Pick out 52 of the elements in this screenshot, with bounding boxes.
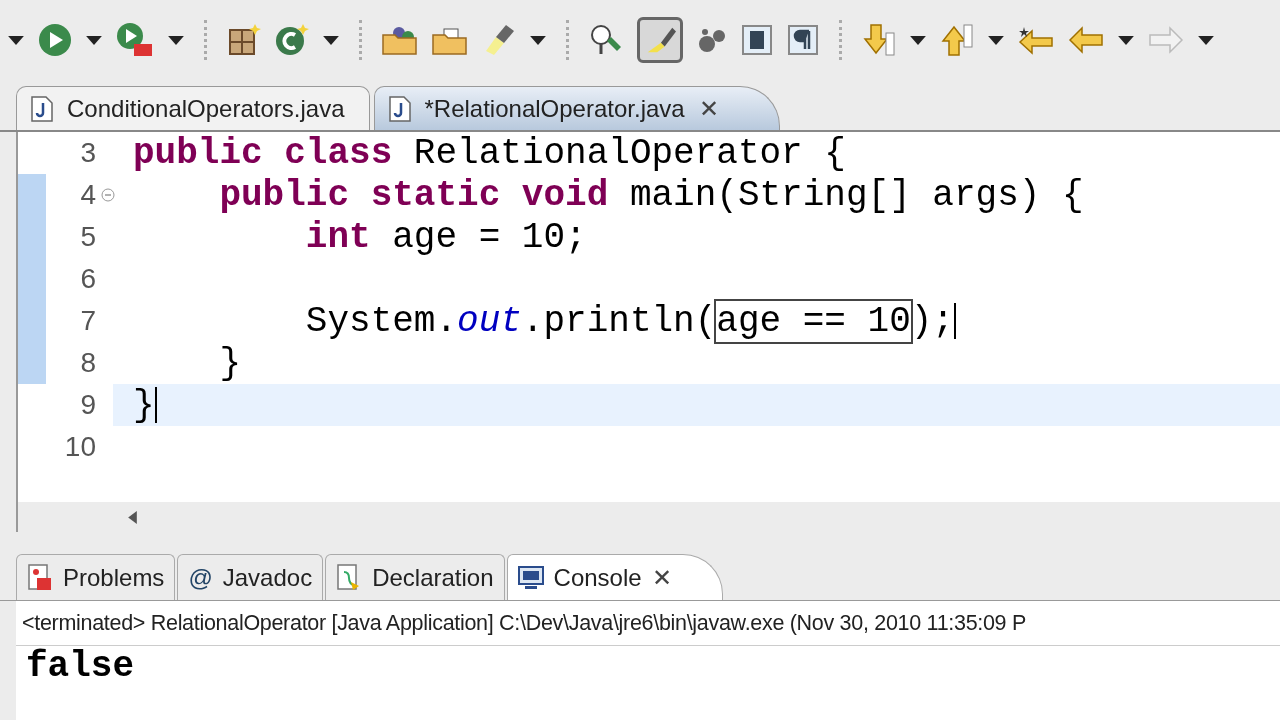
line-number: 3 bbox=[79, 137, 96, 169]
editor-tab[interactable]: ConditionalOperators.java bbox=[16, 86, 370, 130]
grid-sparkle-icon[interactable] bbox=[227, 23, 261, 57]
problems-icon bbox=[27, 563, 53, 592]
line-number: 5 bbox=[79, 221, 96, 253]
panel-tab[interactable]: Problems bbox=[16, 554, 176, 600]
console-header: <terminated> RelationalOperator [Java Application] C:\Dev\Java\jre6\bin\javaw.exe (Nov 30, 2010 11:35:09 P bbox=[16, 601, 1280, 646]
line-number: 10 bbox=[63, 431, 96, 463]
document-icon[interactable] bbox=[741, 24, 773, 56]
line-number: 9 bbox=[79, 389, 96, 421]
code-line: } bbox=[218, 342, 242, 384]
panel-tab[interactable]: @ Javadoc bbox=[177, 554, 324, 600]
java-file-icon bbox=[31, 95, 53, 122]
new-class-icon[interactable] bbox=[275, 23, 309, 57]
dropdown-arrow-icon[interactable] bbox=[323, 35, 339, 45]
down-arrow-icon[interactable] bbox=[862, 23, 896, 57]
code-line: public static void main(String[] args) { bbox=[218, 174, 1084, 216]
editor-tab[interactable]: *RelationalOperator.java ✕ bbox=[373, 86, 780, 130]
highlighter-toggle-button[interactable] bbox=[637, 17, 683, 63]
folder-icon[interactable] bbox=[432, 25, 468, 55]
code-line: int age = 10; bbox=[304, 216, 587, 258]
line-number: 8 bbox=[79, 347, 96, 379]
dropdown-arrow-icon[interactable] bbox=[8, 35, 24, 45]
dropdown-arrow-icon[interactable] bbox=[1198, 35, 1214, 45]
close-icon[interactable]: ✕ bbox=[698, 94, 719, 123]
dropdown-arrow-icon[interactable] bbox=[910, 35, 926, 45]
line-number: 7 bbox=[79, 305, 96, 337]
code-line: public class RelationalOperator { bbox=[132, 132, 846, 174]
back-arrow-icon[interactable] bbox=[1068, 25, 1104, 55]
dropdown-arrow-icon[interactable] bbox=[86, 35, 102, 45]
code-line: System.out.println(age == 10); bbox=[304, 300, 956, 342]
monitor-icon bbox=[517, 564, 544, 591]
run-icon[interactable] bbox=[38, 23, 72, 57]
run-toolbox-icon[interactable] bbox=[116, 22, 154, 58]
folder-icon[interactable] bbox=[382, 25, 418, 55]
java-file-icon bbox=[388, 95, 411, 122]
code-line: } bbox=[132, 384, 157, 426]
paw-icon[interactable] bbox=[697, 27, 727, 53]
at-sign-icon: @ bbox=[188, 563, 213, 592]
close-icon[interactable]: ✕ bbox=[651, 563, 672, 592]
up-arrow-icon[interactable] bbox=[940, 23, 974, 57]
line-number: 6 bbox=[79, 263, 96, 295]
console-output: false bbox=[26, 646, 135, 687]
dropdown-arrow-icon[interactable] bbox=[168, 35, 184, 45]
dropdown-arrow-icon[interactable] bbox=[530, 35, 546, 45]
panel-tab[interactable]: Declaration bbox=[325, 554, 505, 600]
panel-tab[interactable]: Console ✕ bbox=[506, 554, 723, 600]
dropdown-arrow-icon[interactable] bbox=[988, 35, 1004, 45]
scroll-left-arrow-icon[interactable] bbox=[128, 510, 137, 524]
dropdown-arrow-icon[interactable] bbox=[1118, 35, 1134, 45]
line-number: 4 bbox=[79, 179, 96, 211]
pilcrow-icon[interactable] bbox=[787, 24, 819, 56]
